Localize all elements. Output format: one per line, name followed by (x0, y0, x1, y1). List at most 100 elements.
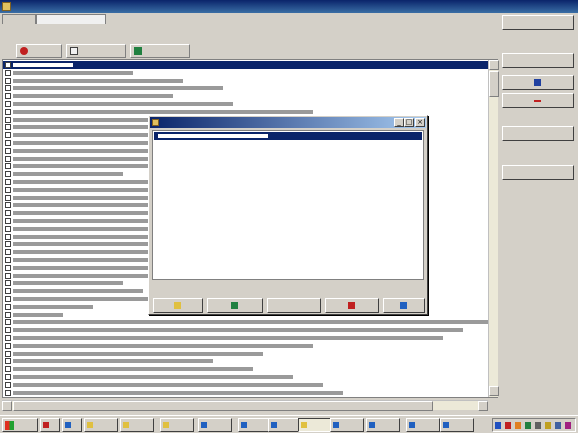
search-button[interactable] (66, 44, 126, 58)
taskbar-item[interactable] (160, 418, 194, 432)
list-item-checkbox[interactable] (5, 140, 11, 146)
taskbar-item[interactable] (406, 418, 440, 432)
dialog-list-item[interactable] (154, 132, 422, 140)
dialog-button-delete[interactable] (325, 298, 379, 313)
side-button-view[interactable] (502, 75, 574, 90)
list-item-checkbox[interactable] (5, 366, 11, 373)
list-item-checkbox[interactable] (5, 77, 11, 84)
tray-app-icon[interactable] (545, 422, 551, 429)
list-item-checkbox[interactable] (5, 186, 11, 193)
list-item-checkbox[interactable] (5, 62, 11, 68)
list-item-checkbox[interactable] (5, 116, 11, 123)
list-item-checkbox[interactable] (5, 303, 11, 310)
list-item[interactable] (3, 326, 489, 334)
list-item-checkbox[interactable] (5, 179, 11, 185)
list-item-checkbox[interactable] (5, 288, 11, 295)
scroll-right-arrow[interactable] (478, 401, 488, 411)
list-item-checkbox[interactable] (5, 335, 11, 341)
dialog-button-transfer[interactable] (207, 298, 263, 313)
side-button-settings[interactable] (502, 53, 574, 68)
list-item[interactable] (3, 69, 489, 77)
list-item-checkbox[interactable] (5, 319, 11, 326)
list-item-checkbox[interactable] (5, 249, 11, 256)
list-item-checkbox[interactable] (5, 108, 11, 115)
taskbar-item[interactable] (238, 418, 272, 432)
list-item-checkbox[interactable] (5, 280, 11, 287)
list-item-checkbox[interactable] (5, 342, 11, 349)
list-item[interactable] (3, 77, 489, 85)
list-item[interactable] (3, 318, 493, 326)
taskbar-item[interactable] (330, 418, 364, 432)
list-item-checkbox[interactable] (5, 241, 11, 248)
list-item-checkbox[interactable] (5, 257, 11, 263)
side-button-bottom[interactable] (502, 165, 574, 180)
scroll-thumb[interactable] (13, 401, 433, 411)
dialog-button-open[interactable] (153, 298, 203, 313)
scroll-left-arrow[interactable] (2, 401, 12, 411)
list-item-checkbox[interactable] (5, 132, 11, 139)
side-button-top[interactable] (502, 15, 574, 30)
list-item-checkbox[interactable] (5, 264, 11, 271)
list-item-checkbox[interactable] (5, 225, 11, 232)
list-item-checkbox[interactable] (5, 272, 11, 279)
list-item[interactable] (3, 334, 489, 342)
list-item[interactable] (3, 381, 489, 389)
side-button-minus[interactable] (502, 93, 574, 108)
list-item-checkbox[interactable] (5, 389, 11, 396)
list-item-checkbox[interactable] (5, 381, 11, 388)
list-item[interactable] (3, 357, 489, 365)
start-button[interactable] (2, 418, 38, 432)
list-item[interactable] (3, 350, 489, 358)
list-item[interactable] (3, 61, 489, 69)
taskbar-item[interactable] (40, 418, 60, 432)
list-item-checkbox[interactable] (5, 311, 11, 318)
tray-app-icon[interactable] (555, 422, 561, 429)
tab-first[interactable] (2, 14, 36, 24)
list-item-checkbox[interactable] (5, 155, 11, 162)
list-item-checkbox[interactable] (5, 296, 11, 302)
taskbar-item[interactable] (298, 418, 332, 432)
list-item[interactable] (3, 342, 489, 350)
list-item-checkbox[interactable] (5, 69, 11, 76)
taskbar-item[interactable] (268, 418, 302, 432)
taskbar-item[interactable] (440, 418, 474, 432)
list-item-checkbox[interactable] (5, 358, 11, 365)
side-button-middle[interactable] (502, 126, 574, 141)
tray-app-icon[interactable] (525, 422, 531, 429)
list-item-checkbox[interactable] (5, 147, 11, 154)
taskbar-item[interactable] (84, 418, 118, 432)
dialog-button-delete-all[interactable] (383, 298, 425, 313)
taskbar-item[interactable] (366, 418, 400, 432)
minimize-button[interactable]: _ (394, 118, 404, 127)
dialog-item-list[interactable] (152, 130, 424, 280)
language-indicator-icon[interactable] (495, 422, 501, 429)
taskbar-item[interactable] (120, 418, 154, 432)
list-item-checkbox[interactable] (5, 233, 11, 240)
list-item[interactable] (3, 92, 489, 100)
list-item-checkbox[interactable] (5, 93, 11, 100)
list-item-checkbox[interactable] (5, 218, 11, 224)
scroll-down-arrow[interactable] (489, 386, 499, 396)
tab-search[interactable] (36, 14, 106, 24)
list-item-checkbox[interactable] (5, 85, 11, 92)
list-item[interactable] (3, 84, 489, 92)
tray-k-icon[interactable] (505, 422, 511, 429)
list-item-checkbox[interactable] (5, 327, 11, 334)
taskbar-item[interactable] (62, 418, 82, 432)
scroll-thumb[interactable] (489, 71, 499, 97)
list-item-checkbox[interactable] (5, 210, 11, 217)
scroll-up-arrow[interactable] (489, 60, 499, 70)
results-horizontal-scrollbar[interactable] (2, 400, 488, 411)
list-item[interactable] (3, 100, 489, 108)
results-vertical-scrollbar[interactable] (488, 60, 499, 397)
list-item[interactable] (3, 365, 489, 373)
list-item[interactable] (3, 373, 489, 381)
list-item[interactable] (3, 389, 489, 397)
taskbar-item[interactable] (198, 418, 232, 432)
list-item-checkbox[interactable] (5, 202, 11, 209)
stop-button[interactable] (16, 44, 62, 58)
list-item-checkbox[interactable] (5, 171, 11, 178)
list-item-checkbox[interactable] (5, 194, 11, 201)
tray-app-icon[interactable] (565, 422, 571, 429)
list-item-checkbox[interactable] (5, 374, 11, 380)
